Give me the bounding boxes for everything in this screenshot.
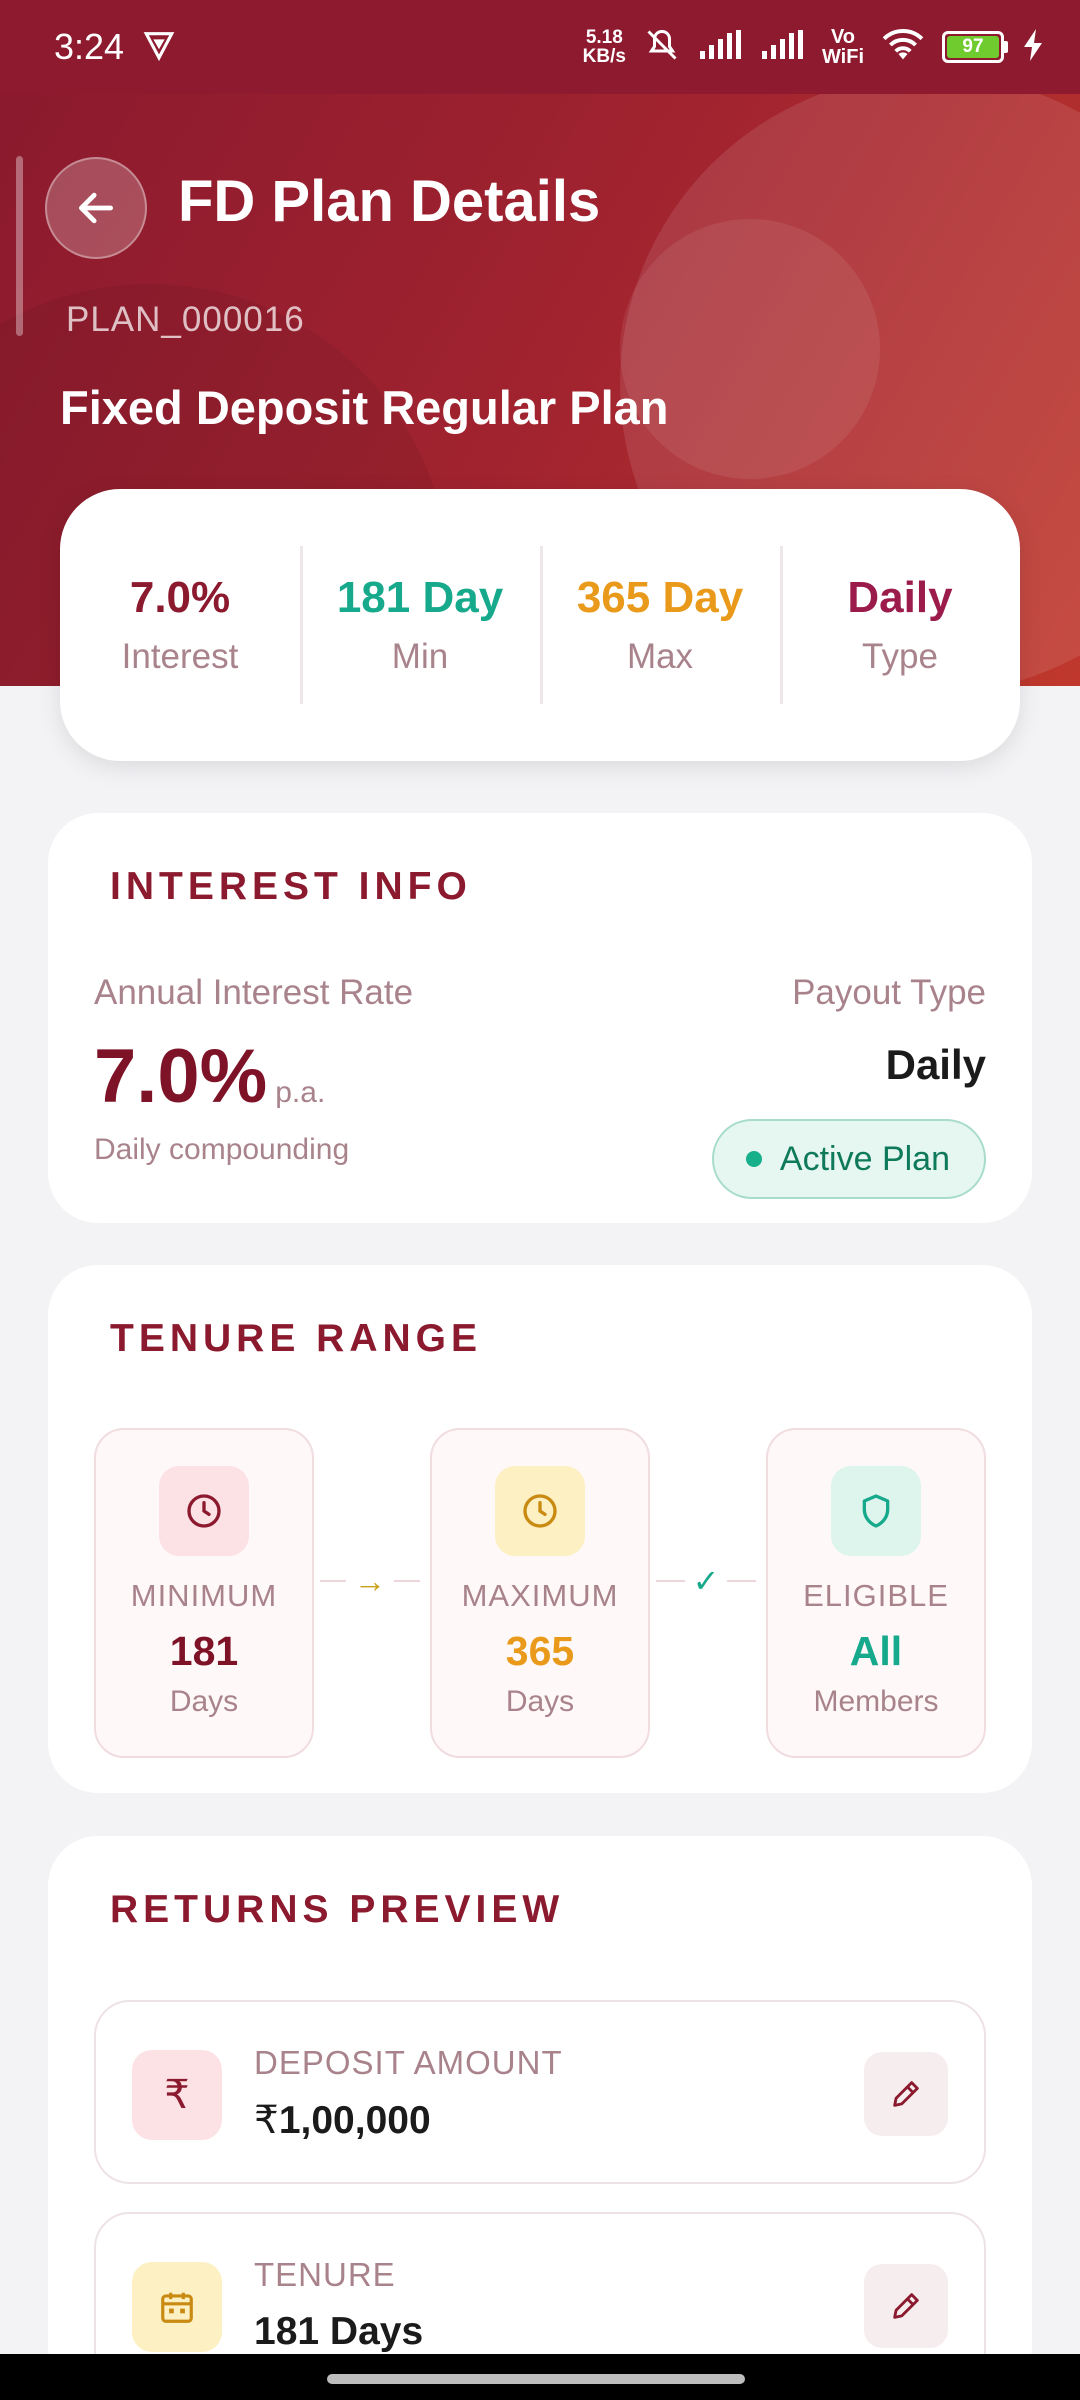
tenure-range-card: TENURE RANGE MINIMUM 181 Days → MAXIMUM … — [48, 1265, 1032, 1793]
deposit-amount-value: ₹1,00,000 — [254, 2099, 431, 2142]
status-badge: Active Plan — [711, 1119, 986, 1199]
pencil-icon — [893, 2293, 919, 2319]
rupee-icon: ₹ — [132, 2050, 222, 2140]
summary-min: 181 Day Min — [300, 546, 540, 704]
edit-tenure-button[interactable] — [864, 2264, 948, 2348]
battery-icon: 97 — [942, 31, 1008, 63]
section-title: RETURNS PREVIEW — [110, 1888, 565, 1931]
decor-circle — [620, 219, 880, 479]
interest-info-card: INTEREST INFO Annual Interest Rate 7.0% … — [48, 813, 1032, 1223]
clock-icon — [495, 1466, 585, 1556]
tenure-maximum: MAXIMUM 365 Days — [430, 1428, 650, 1758]
charging-icon — [1024, 28, 1044, 66]
vowifi-label: Vo WiFi — [821, 26, 864, 68]
arrow-left-icon — [78, 192, 114, 224]
edit-deposit-button[interactable] — [864, 2052, 948, 2136]
wifi-icon — [880, 27, 926, 68]
tenure-value: 181 Days — [254, 2310, 424, 2353]
rate-value: 7.0% p.a. — [94, 1034, 326, 1119]
summary-card: 7.0% Interest 181 Day Min 365 Day Max Da… — [60, 489, 1020, 761]
network-speed: 5.18 KB/s — [582, 27, 626, 67]
rate-label: Annual Interest Rate — [94, 973, 414, 1012]
compounding-note: Daily compounding — [94, 1133, 350, 1166]
tenure-eligible: ELIGIBLE All Members — [766, 1428, 986, 1758]
home-gesture-handle[interactable] — [327, 2374, 745, 2384]
scroll-indicator — [16, 156, 23, 336]
returns-preview-card: RETURNS PREVIEW ₹ DEPOSIT AMOUNT ₹1,00,0… — [48, 1836, 1032, 2396]
arrow-right-icon: → — [346, 1562, 394, 1600]
clock-icon — [159, 1466, 249, 1556]
shield-icon — [831, 1466, 921, 1556]
connector-check: ✓ — [656, 1562, 756, 1600]
status-time: 3:24 — [54, 26, 125, 67]
connector-arrow: → — [320, 1562, 420, 1600]
status-bar: 3:24 5.18 KB/s Vo WiFi 97 — [0, 0, 1080, 94]
plan-name: Fixed Deposit Regular Plan — [60, 381, 669, 434]
plan-id: PLAN_000016 — [66, 300, 305, 339]
section-title: INTEREST INFO — [110, 865, 472, 908]
deposit-amount-row[interactable]: ₹ DEPOSIT AMOUNT ₹1,00,000 — [94, 2000, 986, 2184]
signal-icon — [698, 29, 744, 66]
page-title: FD Plan Details — [178, 169, 601, 234]
payout-label: Payout Type — [792, 973, 986, 1012]
section-title: TENURE RANGE — [110, 1317, 483, 1360]
summary-type: Daily Type — [780, 546, 1020, 704]
back-button[interactable] — [45, 157, 147, 259]
status-dot-icon — [745, 1151, 762, 1167]
signal-icon-2 — [760, 29, 806, 66]
summary-interest: 7.0% Interest — [121, 573, 239, 676]
mute-icon — [642, 27, 682, 68]
pencil-icon — [893, 2081, 919, 2107]
payout-value: Daily — [885, 1041, 986, 1088]
check-icon: ✓ — [684, 1562, 728, 1600]
tenure-minimum: MINIMUM 181 Days — [94, 1428, 314, 1758]
summary-max: 365 Day Max — [540, 546, 780, 704]
vpn-icon — [142, 28, 176, 67]
calendar-icon — [132, 2262, 222, 2352]
